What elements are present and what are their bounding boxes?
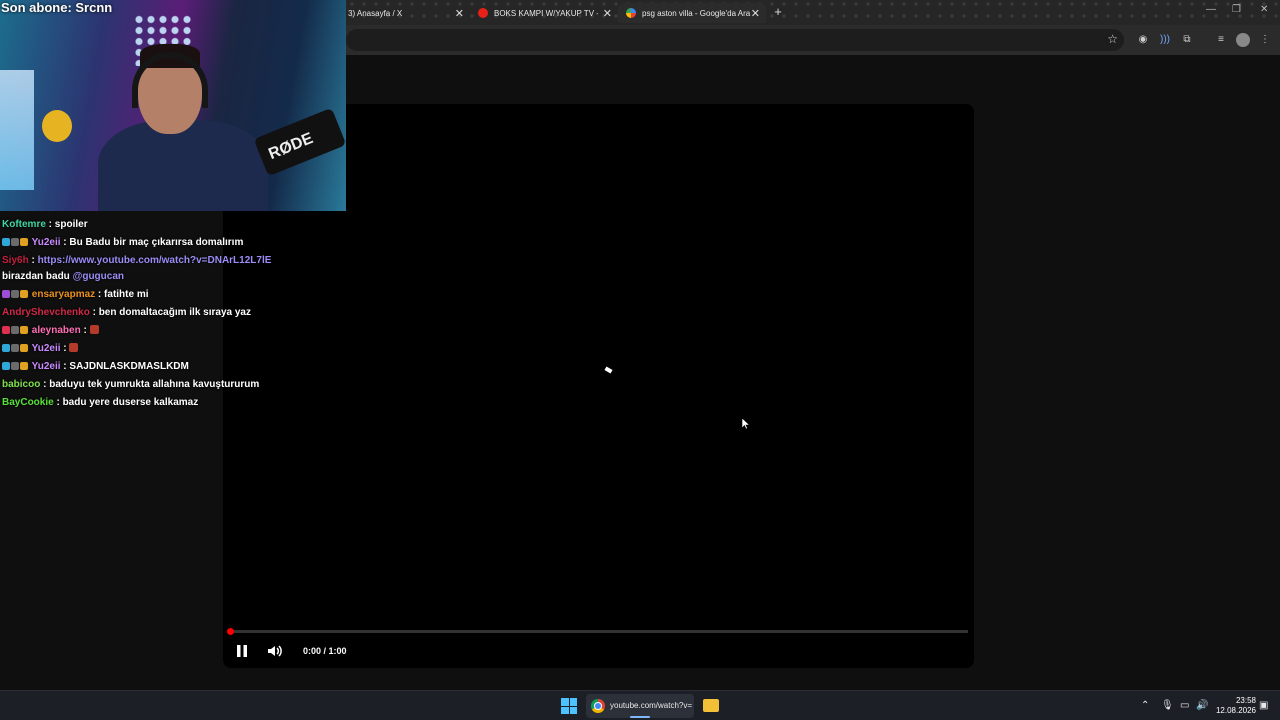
chat-badge-icon (2, 326, 10, 334)
profile-avatar[interactable] (1236, 33, 1250, 47)
scrubber-handle[interactable] (227, 628, 234, 635)
taskbar-chrome-label: youtube.com/watch?v= (610, 701, 693, 710)
address-bar[interactable]: ☆ (346, 29, 1124, 51)
chat-text: badu yere duserse kalkamaz (62, 397, 199, 408)
time-display: 0:00 / 1:00 (303, 646, 347, 656)
chat-badge-icon (11, 344, 19, 352)
chat-mention[interactable]: @gugucan (73, 271, 124, 282)
chat-message: Yu2eii : SAJDNLASKDMASLKDM (2, 358, 302, 376)
taskbar-clock[interactable]: 23:58 12.08.2026 (1212, 696, 1256, 716)
chat-badge-icon (2, 290, 10, 298)
chat-badge-icon (2, 362, 10, 370)
chat-badge-icon (20, 290, 28, 298)
taskbar-chrome-button[interactable]: youtube.com/watch?v= (586, 694, 694, 718)
minimize-icon[interactable]: — (1206, 4, 1216, 15)
chat-username: Siy6h (2, 255, 29, 266)
chat-username: AndryShevchenko (2, 307, 90, 318)
youtube-favicon-icon (478, 8, 488, 18)
tab-twitter[interactable]: 3) Anasayfa / X ✕ (340, 3, 470, 23)
chat-link[interactable]: https://www.youtube.com/watch?v=DNArL12L… (38, 255, 272, 266)
chat-message: Koftemre : spoiler (2, 219, 88, 230)
notification-icon[interactable]: ▣ (1259, 700, 1268, 711)
chat-emote-icon (89, 325, 99, 334)
webcam-overlay: RØDE (0, 0, 346, 211)
windows-start-icon[interactable] (561, 698, 577, 714)
tab-youtube[interactable]: BOKS KAMPI W/YAKUP TV - Yo ✕ (470, 3, 618, 23)
chat-username: Koftemre (2, 219, 46, 230)
mouse-cursor-icon (742, 418, 750, 430)
chat-username: Yu2eii (31, 343, 61, 354)
chat-message: ensaryapmaz : fatihte mi (2, 286, 302, 304)
last-subscriber-label: Son abone: Srcnn (1, 0, 113, 15)
chat-text: fatihte mi (104, 289, 149, 300)
chat-text: birazdan badu (2, 271, 70, 282)
clock-time: 23:58 (1235, 696, 1256, 705)
chat-overlay: Koftemre : spoiler Yu2eii : Bu Badu bir … (2, 216, 302, 412)
network-icon[interactable]: ▭ (1180, 700, 1189, 711)
new-tab-button[interactable]: + (770, 4, 786, 20)
chat-badge-icon (2, 238, 10, 246)
chat-text: SAJDNLASKDMASLKDM (69, 361, 189, 372)
streamer-body (98, 120, 268, 211)
progress-bar[interactable] (229, 630, 968, 633)
extensions-puzzle-icon[interactable]: ⧉ (1180, 33, 1194, 47)
chat-message: aleynaben : (2, 322, 302, 340)
chat-text: ben domaltacağım ilk sıraya yaz (98, 307, 251, 318)
chat-badge-icon (11, 238, 19, 246)
chat-badge-icon (2, 344, 10, 352)
chat-badge-icon (20, 326, 28, 334)
toy-figure (42, 110, 72, 142)
chat-message: Siy6h : https://www.youtube.com/watch?v=… (2, 255, 272, 282)
reading-list-icon[interactable]: ≡ (1214, 33, 1228, 47)
chat-username: ensaryapmaz (31, 289, 96, 300)
chat-username: aleynaben (31, 325, 81, 336)
chat-username: BayCookie (2, 397, 54, 408)
chat-badge-icon (11, 290, 19, 298)
sound-icon[interactable]: ))) (1158, 33, 1172, 47)
clock-date: 12.08.2026 (1215, 706, 1256, 715)
tab-close-icon[interactable]: ✕ (603, 7, 612, 20)
tab-close-icon[interactable]: ✕ (751, 7, 760, 20)
chat-badge-icon (20, 362, 28, 370)
extension-icon[interactable]: ◉ (1136, 33, 1150, 47)
chat-message: AndryShevchenko : ben domaltacağım ilk s… (2, 307, 251, 318)
restore-icon[interactable]: ❐ (1232, 4, 1241, 15)
pc-case (0, 70, 34, 190)
microphone-icon[interactable]: 🎙 (1161, 700, 1174, 711)
chat-text: spoiler (54, 219, 88, 230)
chat-badge-icon (20, 344, 28, 352)
pause-button[interactable] (233, 642, 251, 660)
tab-google-search[interactable]: psg aston villa - Google'da Ara ✕ (618, 3, 766, 23)
chat-username: Yu2eii (31, 237, 61, 248)
chrome-icon (591, 699, 605, 713)
chat-text: Bu Badu bir maç çıkarırsa domalırım (69, 237, 244, 248)
taskbar: youtube.com/watch?v= ⌃ 🎙 ▭ 🔊 23:58 12.08… (0, 690, 1280, 720)
chat-badge-icon (11, 362, 19, 370)
bookmark-star-icon[interactable]: ☆ (1107, 32, 1118, 46)
tab-close-icon[interactable]: ✕ (455, 7, 464, 20)
chat-emote-icon (69, 343, 79, 352)
tab-title: psg aston villa - Google'da Ara (642, 8, 751, 18)
chat-username: babicoo (2, 379, 41, 390)
close-window-icon[interactable]: ✕ (1260, 4, 1268, 15)
active-indicator (630, 716, 650, 718)
chevron-up-icon[interactable]: ⌃ (1141, 700, 1149, 711)
file-explorer-icon[interactable] (703, 699, 719, 712)
chat-badge-icon (11, 326, 19, 334)
chat-badge-icon (20, 238, 28, 246)
chat-message: BayCookie : badu yere duserse kalkamaz (2, 397, 199, 408)
volume-button[interactable] (266, 642, 284, 660)
chat-text: baduyu tek yumrukta allahına kavuştururu… (49, 379, 260, 390)
google-favicon-icon (626, 8, 636, 18)
tab-title: BOKS KAMPI W/YAKUP TV - Yo (494, 8, 598, 18)
chat-message: Yu2eii : Bu Badu bir maç çıkarırsa domal… (2, 234, 302, 252)
menu-kebab-icon[interactable]: ⋮ (1258, 33, 1272, 47)
chat-message: babicoo : baduyu tek yumrukta allahına k… (2, 379, 260, 390)
tab-title: 3) Anasayfa / X (348, 8, 403, 18)
chat-message: Yu2eii : (2, 340, 302, 358)
volume-icon[interactable]: 🔊 (1196, 700, 1208, 711)
chat-username: Yu2eii (31, 361, 61, 372)
screen: 3) Anasayfa / X ✕ BOKS KAMPI W/YAKUP TV … (0, 0, 1280, 720)
